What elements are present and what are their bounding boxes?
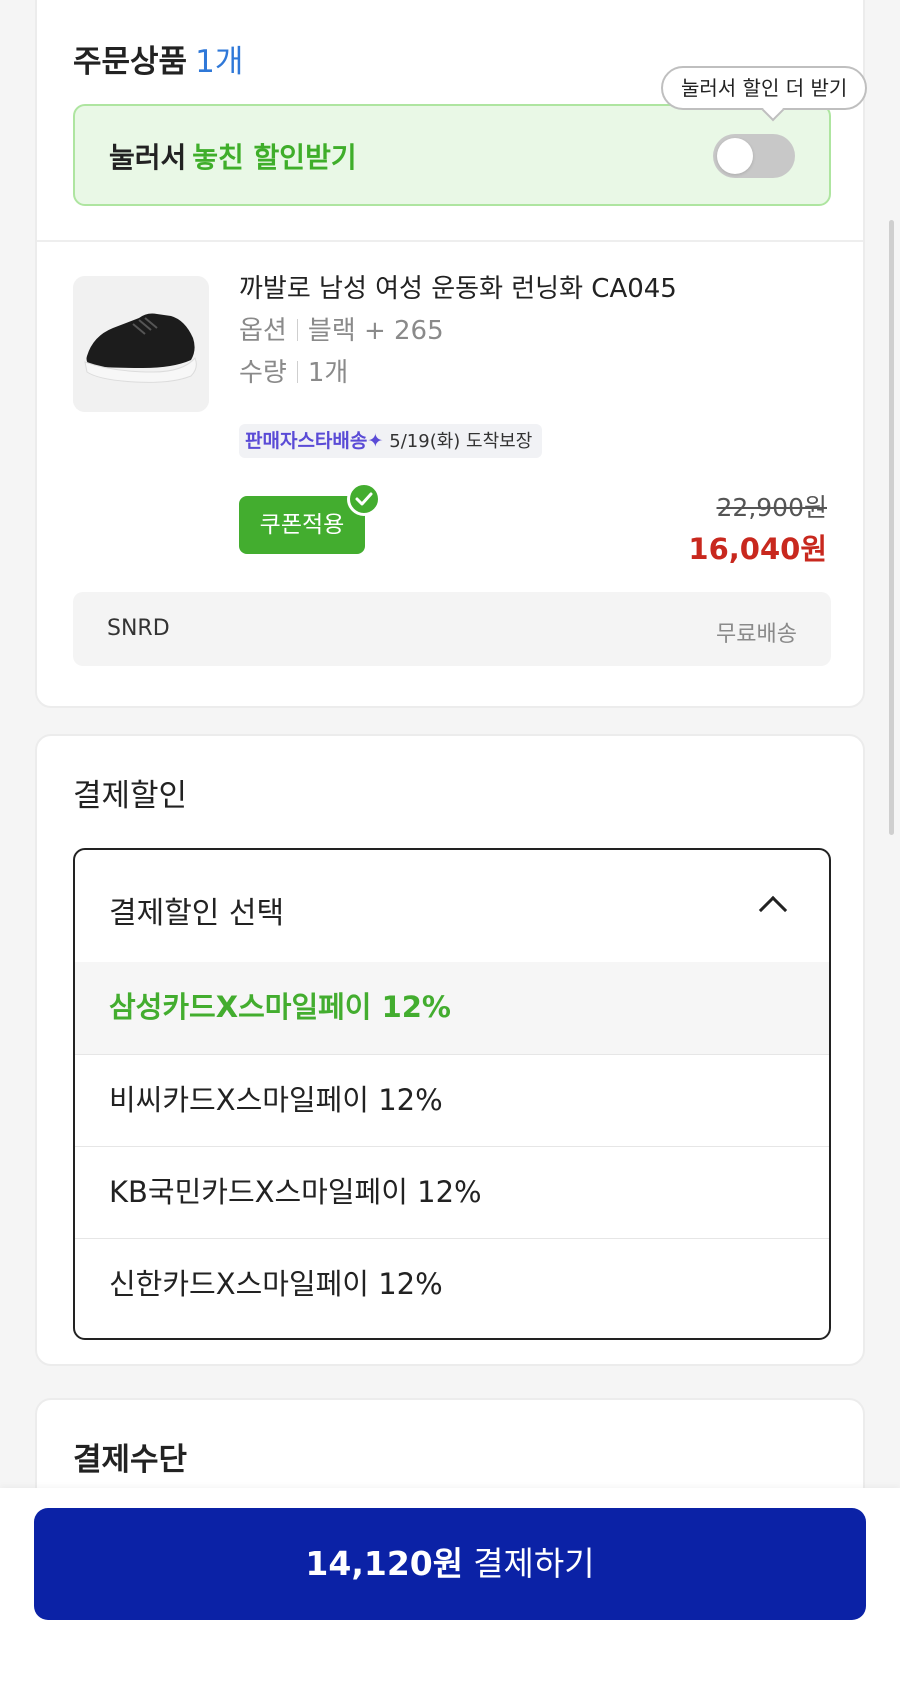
discount-option-bc[interactable]: 비씨카드X스마일페이 12% (75, 1054, 829, 1146)
sale-price: 16,040원 (688, 532, 827, 566)
sneaker-icon (73, 276, 209, 412)
order-items-count: 1개 (195, 44, 244, 80)
quantity-separator (296, 361, 298, 383)
seller-name: SNRD (107, 616, 170, 641)
product-thumbnail[interactable] (73, 276, 209, 412)
option-separator (296, 319, 298, 341)
discount-tooltip: 눌러서 할인 더 받기 (661, 66, 868, 122)
dropdown-label: 결제할인 선택 (109, 896, 285, 931)
product-name[interactable]: 까발로 남성 여성 운동화 런닝화 CA045 (239, 268, 677, 305)
payment-discount-card: 결제할인 결제할인 선택 삼성카드X스마일페이 12% 비씨카드X스마일페이 1… (35, 734, 865, 1366)
seller-star-delivery-logo: 판매자스타배송✦ (245, 430, 384, 452)
extra-discount-banner[interactable]: 눌러서 놓친 할인받기 (73, 104, 831, 206)
promo-prefix: 눌러서 (109, 141, 187, 174)
check-icon (347, 482, 381, 516)
payment-method-title: 결제수단 (73, 1442, 188, 1478)
page-scrollbar[interactable] (889, 220, 894, 835)
payment-discount-dropdown[interactable]: 결제할인 선택 삼성카드X스마일페이 12% 비씨카드X스마일페이 12% KB… (73, 848, 831, 1340)
quantity-label: 수량 (239, 358, 287, 388)
discount-option-kb[interactable]: KB국민카드X스마일페이 12% (75, 1146, 829, 1238)
tooltip-text: 눌러서 할인 더 받기 (681, 76, 848, 100)
bottom-action-bar: 14,120원 결제하기 (0, 1488, 900, 1708)
dropdown-header[interactable]: 결제할인 선택 (75, 850, 829, 962)
product-option: 옵션 블랙 + 265 (239, 310, 444, 347)
original-price: 22,900원 (716, 493, 827, 522)
extra-discount-toggle[interactable] (713, 134, 795, 178)
delivery-badge: 판매자스타배송✦ 5/19(화) 도착보장 (239, 424, 543, 458)
order-items-title-text: 주문상품 (73, 44, 188, 80)
section-divider (37, 240, 863, 242)
quantity-value: 1개 (307, 358, 349, 388)
pay-button[interactable]: 14,120원 결제하기 (34, 1508, 866, 1620)
order-items-title: 주문상품 1개 (73, 36, 243, 81)
toggle-knob (717, 138, 753, 174)
product-quantity: 수량 1개 (239, 352, 348, 389)
coupon-applied-button[interactable]: 쿠폰적용 (239, 496, 365, 554)
payment-discount-title: 결제할인 (73, 778, 188, 814)
shipping-fee: 무료배송 (716, 622, 797, 647)
delivery-date: 5/19(화) 도착보장 (389, 431, 533, 452)
promo-highlight: 놓친 할인받기 (192, 141, 357, 174)
pay-label: 결제하기 (473, 1544, 595, 1583)
option-label: 옵션 (239, 316, 287, 346)
extra-discount-text: 눌러서 놓친 할인받기 (109, 136, 357, 176)
seller-shipping-bar: SNRD 무료배송 (73, 592, 831, 666)
discount-option-samsung[interactable]: 삼성카드X스마일페이 12% (75, 962, 829, 1054)
option-value: 블랙 + 265 (307, 316, 444, 346)
chevron-up-icon (758, 895, 788, 925)
pay-amount: 14,120원 (305, 1544, 464, 1583)
order-items-card: 주문상품 1개 눌러서 놓친 할인받기 눌러서 할인 더 받기 까발로 남성 여성 … (35, 0, 868, 708)
discount-option-shinhan[interactable]: 신한카드X스마일페이 12% (75, 1238, 829, 1330)
